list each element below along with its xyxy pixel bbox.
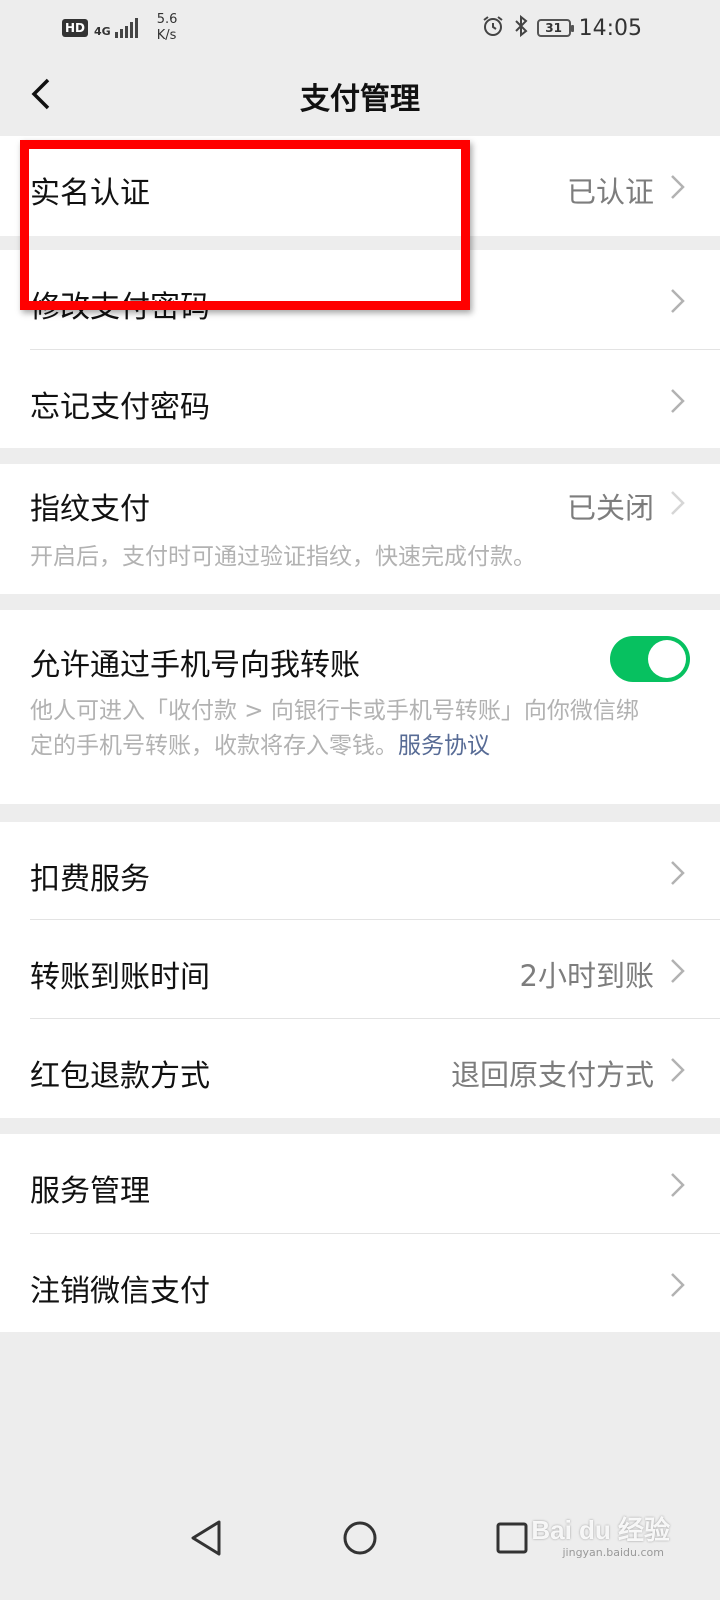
nav-bar: 支付管理 [0, 52, 720, 136]
network-speed-unit: K/s [156, 28, 177, 43]
phone-transfer-desc-line2-wrap: 定的手机号转账，收款将存入零钱。服务协议 [30, 729, 700, 764]
hd-badge: HD [62, 19, 89, 37]
triangle-back-icon [191, 1520, 221, 1556]
red-packet-refund-value: 退回原支付方式 [450, 1058, 654, 1092]
transfer-time-row[interactable]: 转账到账时间 2小时到账 [0, 920, 720, 1019]
battery-icon: 31 [536, 19, 574, 37]
red-packet-refund-row[interactable]: 红包退款方式 退回原支付方式 [0, 1019, 720, 1118]
nav-back-button[interactable] [182, 1514, 230, 1562]
chevron-right-icon [671, 861, 685, 885]
forgot-password-label: 忘记支付密码 [30, 390, 210, 425]
fingerprint-label: 指纹支付 [30, 492, 150, 527]
chevron-right-icon [671, 1273, 685, 1297]
transfer-time-label: 转账到账时间 [30, 960, 210, 995]
signal-icon: 4G [94, 18, 141, 38]
phone-transfer-desc-line1: 他人可进入「收付款 > 向银行卡或手机号转账」向你微信绑 [30, 698, 639, 724]
fingerprint-status: 已关闭 [566, 491, 654, 525]
real-name-status: 已认证 [566, 175, 654, 209]
chevron-right-icon [671, 389, 685, 413]
status-left: HD 4G 5.6 K/s [62, 10, 177, 46]
page-title: 支付管理 [300, 82, 420, 117]
phone-transfer-group: 允许通过手机号向我转账 他人可进入「收付款 > 向银行卡或手机号转账」向你微信绑… [0, 610, 720, 804]
cancel-pay-label: 注销微信支付 [30, 1274, 210, 1309]
phone-transfer-desc-line2: 定的手机号转账，收款将存入零钱。 [30, 733, 398, 759]
square-recents-icon [496, 1522, 528, 1554]
deduction-row[interactable]: 扣费服务 [0, 822, 720, 920]
baidu-watermark: Bai du 经验 [531, 1515, 670, 1545]
chevron-right-icon [671, 1058, 685, 1082]
cancel-pay-row[interactable]: 注销微信支付 [0, 1234, 720, 1332]
status-bar: HD 4G 5.6 K/s 31 14:05 [0, 0, 720, 52]
service-agreement-link[interactable]: 服务协议 [398, 733, 490, 759]
status-right: 31 14:05 [481, 14, 642, 42]
network-speed: 5.6 K/s [157, 12, 178, 44]
service-group: 服务管理 注销微信支付 [0, 1134, 720, 1332]
deduction-group: 扣费服务 转账到账时间 2小时到账 红包退款方式 退回原支付方式 [0, 822, 720, 1118]
phone-transfer-description: 他人可进入「收付款 > 向银行卡或手机号转账」向你微信绑 定的手机号转账，收款将… [30, 694, 700, 764]
circle-home-icon [343, 1521, 377, 1555]
toggle-knob [648, 640, 686, 678]
phone-transfer-label: 允许通过手机号向我转账 [30, 648, 360, 683]
system-nav-bar: Bai du 经验 jingyan.baidu.com [0, 1480, 720, 1600]
service-manage-row[interactable]: 服务管理 [0, 1134, 720, 1234]
network-speed-value: 5.6 [156, 12, 178, 27]
phone-transfer-row: 允许通过手机号向我转账 他人可进入「收付款 > 向银行卡或手机号转账」向你微信绑… [0, 610, 720, 804]
chevron-right-icon [671, 289, 685, 313]
phone-transfer-toggle[interactable] [610, 636, 690, 682]
fingerprint-description: 开启后，支付时可通过验证指纹，快速完成付款。 [30, 544, 536, 570]
clock: 14:05 [578, 15, 642, 41]
network-type-label: 4G [94, 25, 111, 38]
nav-home-button[interactable] [336, 1514, 384, 1562]
alarm-icon [481, 14, 505, 42]
service-manage-label: 服务管理 [30, 1174, 150, 1209]
baidu-watermark-url: jingyan.baidu.com [562, 1546, 664, 1559]
chevron-right-icon [671, 491, 685, 515]
chevron-right-icon [671, 1173, 685, 1197]
highlight-annotation [20, 140, 470, 310]
red-packet-refund-label: 红包退款方式 [30, 1059, 210, 1094]
deduction-label: 扣费服务 [30, 862, 150, 897]
bluetooth-icon [513, 14, 529, 42]
chevron-right-icon [671, 959, 685, 983]
battery-level: 31 [545, 21, 562, 35]
fingerprint-row[interactable]: 指纹支付 已关闭 开启后，支付时可通过验证指纹，快速完成付款。 [0, 464, 720, 594]
chevron-right-icon [671, 175, 685, 199]
fingerprint-group: 指纹支付 已关闭 开启后，支付时可通过验证指纹，快速完成付款。 [0, 464, 720, 594]
nav-recents-button[interactable] [488, 1514, 536, 1562]
transfer-time-value: 2小时到账 [519, 959, 654, 993]
forgot-password-row[interactable]: 忘记支付密码 [0, 350, 720, 448]
